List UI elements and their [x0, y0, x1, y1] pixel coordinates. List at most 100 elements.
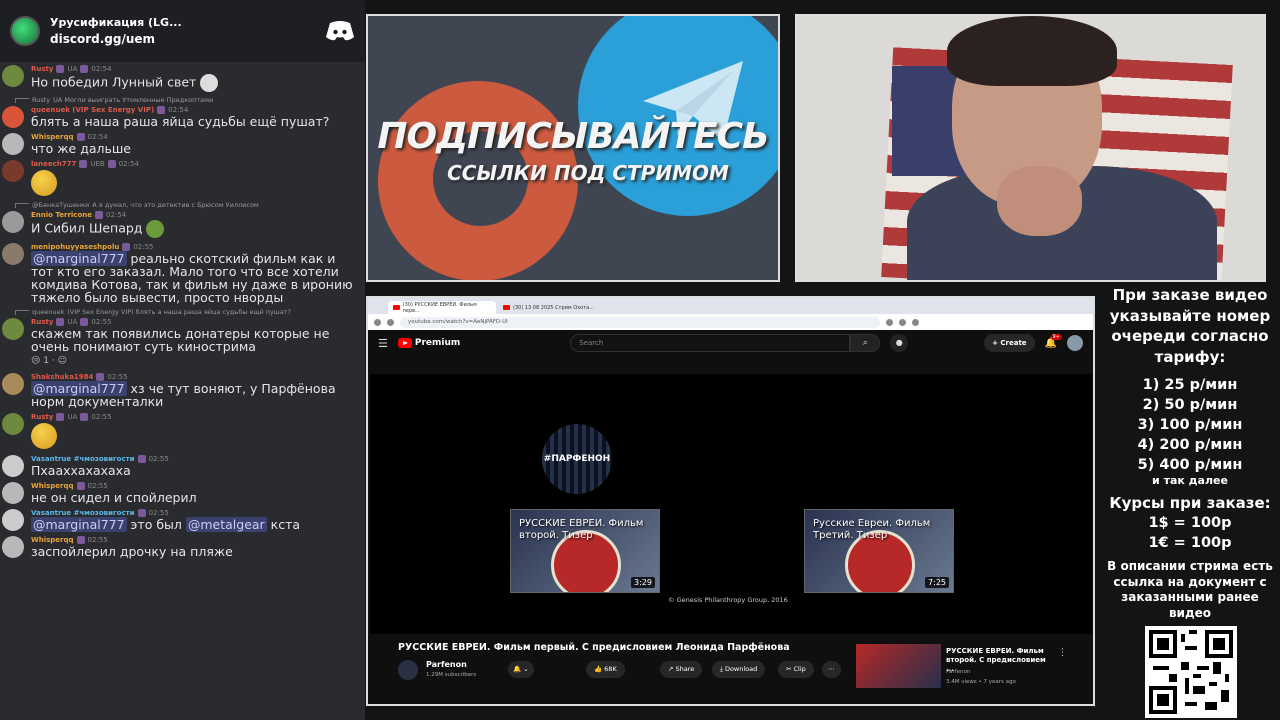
endcard-video[interactable]: Русские Евреи. Фильм Третий. Тизер 7:25 [804, 509, 954, 593]
bookmark-icon[interactable] [886, 318, 893, 326]
user-avatar[interactable] [2, 65, 24, 87]
download-label: Download [724, 665, 758, 673]
server-info: Урусификация (LG... discord.gg/uem [50, 16, 182, 46]
reload-icon[interactable] [387, 318, 394, 326]
order-instructions: При заказе видео указывайте номер очеред… [1109, 286, 1271, 366]
back-icon[interactable] [374, 318, 381, 326]
related-video-thumbnail[interactable] [856, 644, 941, 688]
user-tag: UA [67, 413, 78, 421]
webcam-feed [795, 14, 1266, 282]
user-avatar[interactable] [2, 455, 24, 477]
message-meta: Rusty UA 02:54 [31, 64, 357, 74]
message-text: Пхааххахахаха [31, 464, 357, 477]
role-badge-icon [76, 133, 85, 141]
chat-panel: Урусификация (LG... discord.gg/uem Rusty… [0, 0, 365, 720]
user-avatar[interactable] [2, 211, 24, 233]
mention[interactable]: @marginal777 [31, 517, 127, 532]
rates-heading: Курсы при заказе: [1109, 494, 1271, 512]
message-time: 02:54 [91, 65, 112, 73]
user-avatar[interactable] [2, 413, 24, 435]
more-actions-button[interactable]: ⋯ [822, 661, 841, 678]
promo-title: ПОДПИСЫВАЙТЕСЬ [377, 116, 769, 157]
rate-item: 1€ = 100р [1148, 535, 1232, 551]
message-text: скажем так появились донатеры которые не… [31, 327, 357, 353]
user-avatar[interactable] [2, 536, 24, 558]
user-avatar[interactable] [2, 482, 24, 504]
subscribe-bell-button[interactable]: 🔔 ⌄ [508, 661, 534, 678]
mention[interactable]: @metalgear [185, 517, 267, 532]
account-avatar[interactable] [1067, 335, 1083, 351]
share-button[interactable]: ↗ Share [660, 661, 703, 678]
server-link[interactable]: discord.gg/uem [50, 32, 182, 46]
channel-avatar[interactable] [398, 660, 418, 680]
endcard-video[interactable]: РУССКИЕ ЕВРЕИ. Фильм второй. Тизер 3:29 [510, 509, 660, 593]
reaction[interactable]: 😢 1 · ☺ [31, 355, 357, 368]
username[interactable]: Rusty [31, 64, 53, 74]
more-vert-icon[interactable]: ⋮ [1058, 648, 1067, 658]
search-icon[interactable]: ⌕ [850, 334, 881, 352]
youtube-logo[interactable]: Premium [397, 338, 461, 348]
message-text: И Сибил Шепард [31, 220, 357, 238]
message-text: @marginal777 реально скотский фильм как … [31, 251, 357, 304]
logo-text: Premium [414, 338, 461, 348]
url-input[interactable]: youtube.com/watch?v=AeNjPAFD-UI [400, 316, 880, 328]
emoji-sticker-icon [31, 423, 57, 449]
username[interactable]: Ennio Terricone [31, 210, 92, 220]
user-avatar[interactable] [2, 133, 24, 155]
channel-logo: #ПАРФЕНОН [542, 424, 612, 494]
extension-icon[interactable] [899, 318, 906, 326]
download-button[interactable]: ⤓ Download [712, 661, 766, 678]
chat-message: laneech777 UEB 02:54 [0, 157, 365, 199]
reply-preview[interactable]: @БанкаТушенки А я думал, что это детектив… [15, 201, 357, 210]
microphone-icon[interactable]: ● [890, 334, 909, 352]
description-note: В описании стрима есть ссылка на докумен… [1107, 559, 1273, 620]
username[interactable]: Rusty [31, 412, 53, 422]
message-body: не он сидел и спойлерил [31, 490, 197, 505]
chat-message: menipohuyyaseshpolu 02:55 @marginal777 реа… [0, 240, 365, 306]
user-avatar[interactable] [2, 373, 24, 395]
profile-icon[interactable] [912, 318, 919, 326]
user-avatar[interactable] [2, 509, 24, 531]
subscriber-count: 1.29M subscribers [426, 672, 477, 678]
role-badge-icon [137, 509, 146, 517]
user-avatar[interactable] [2, 318, 24, 340]
clip-button[interactable]: ✂ Clip [778, 661, 814, 678]
create-button[interactable]: + Create [984, 334, 1035, 352]
hamburger-menu-icon[interactable]: ☰ [378, 337, 388, 350]
user-avatar[interactable] [2, 160, 24, 182]
order-info-panel: При заказе видео указывайте номер очеред… [1100, 285, 1280, 630]
message-body: скажем так появились донатеры которые не… [31, 326, 330, 354]
endcard-duration: 7:25 [925, 577, 949, 588]
message-time: 02:54 [118, 160, 139, 168]
reply-line [15, 98, 29, 103]
reply-preview[interactable]: Rusty UA Могли выиграть Утомленные Предко… [15, 96, 357, 105]
reply-user: Rusty [32, 96, 51, 104]
server-name: Урусификация (LG... [50, 16, 182, 29]
chat-message: Whisperqq 02:54 что же дальше [0, 130, 365, 157]
tariff-item: 2) 50 р/мин [1142, 397, 1238, 413]
reply-user: queenuek [32, 308, 65, 316]
user-badge-icon [56, 65, 65, 73]
reply-text: (VIP Sex Energy VIP) блять а наша раша я… [67, 308, 291, 316]
youtube-header: ☰ Premium Search ⌕ ● + Create 🔔 9+ [368, 330, 1093, 356]
share-label: Share [675, 665, 695, 673]
clip-label: Clip [793, 665, 806, 673]
reply-preview[interactable]: queenuek (VIP Sex Energy VIP) блять а наш… [15, 308, 357, 317]
browser-tab[interactable]: (30) 13 08 2025 Стрим Охота... [498, 301, 606, 314]
video-player[interactable]: #ПАРФЕНОН РУССКИЕ ЕВРЕИ. Фильм второй. Т… [370, 374, 1092, 634]
user-badge-icon [56, 318, 65, 326]
user-avatar[interactable] [2, 106, 24, 128]
channel-name[interactable]: Parfenon [426, 660, 467, 669]
user-avatar[interactable] [2, 243, 24, 265]
username[interactable]: laneech777 [31, 159, 76, 169]
notification-bell-icon[interactable]: 🔔 9+ [1045, 333, 1062, 349]
chat-message: @БанкаТушенки А я думал, что это детектив… [0, 199, 365, 240]
browser-tab-active[interactable]: (30) РУССКИЕ ЕВРЕИ. Фильм перв... [388, 301, 496, 314]
like-count: 68K [604, 665, 617, 673]
like-button[interactable]: 👍 68K [586, 661, 625, 678]
role-badge-icon [76, 482, 85, 490]
search-input[interactable]: Search [570, 334, 851, 352]
tab-bar: (30) РУССКИЕ ЕВРЕИ. Фильм перв... (30) 1… [368, 298, 1093, 314]
youtube-logo-icon [397, 338, 412, 348]
message-body: что же дальше [31, 141, 131, 156]
